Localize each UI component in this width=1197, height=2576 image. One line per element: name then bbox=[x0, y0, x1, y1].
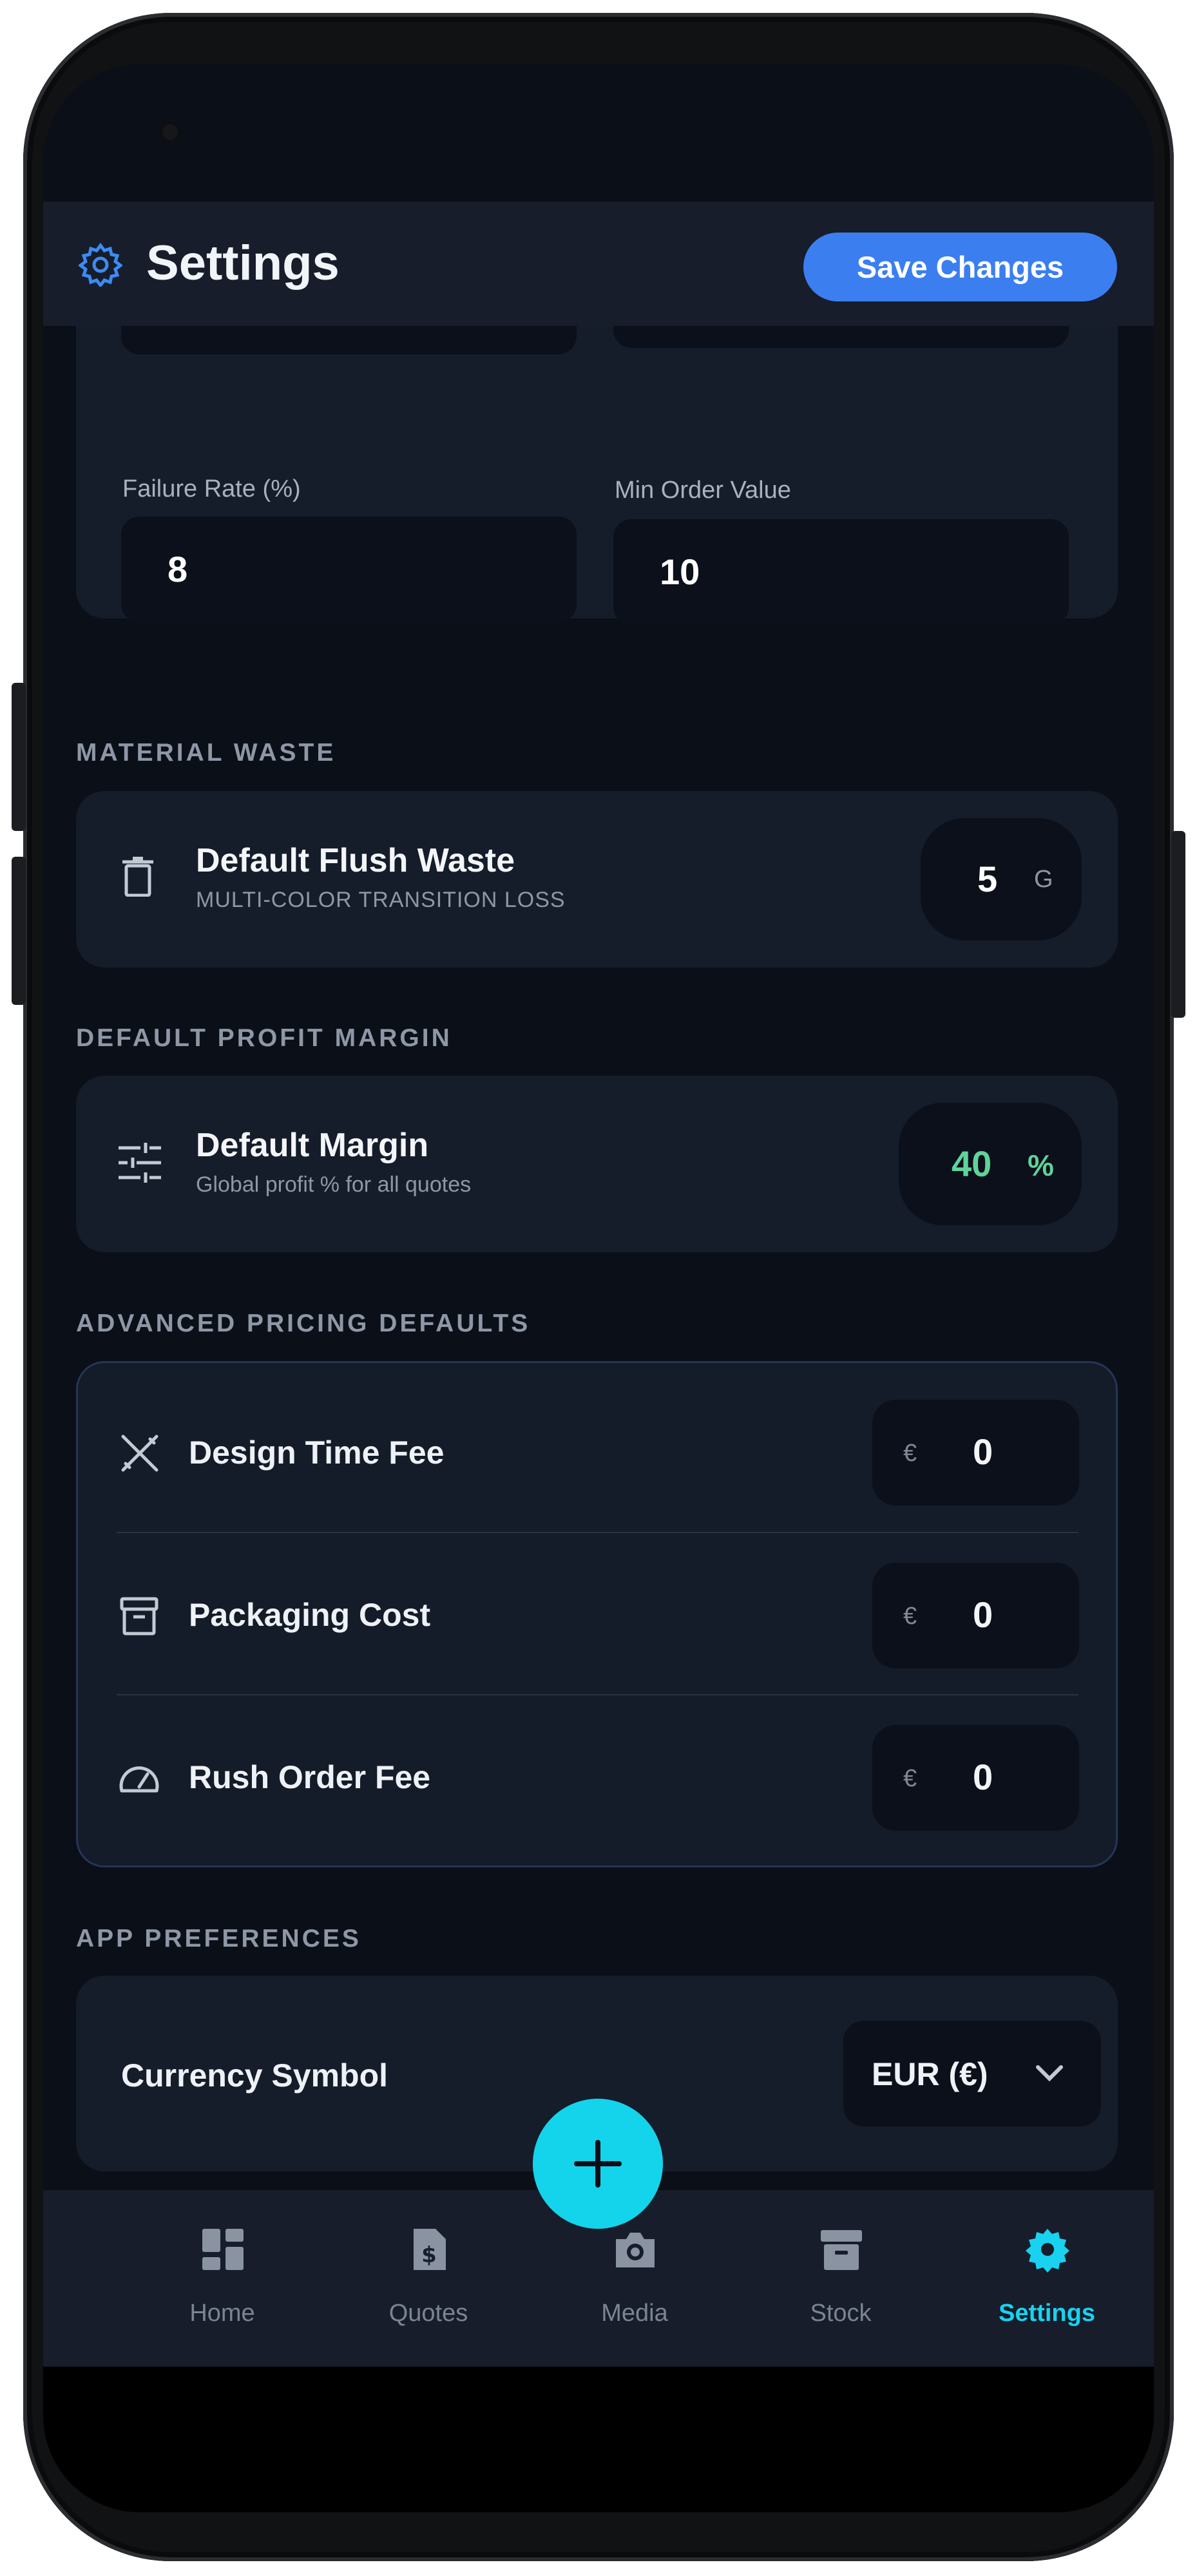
rush-order-fee-currency: € bbox=[903, 1765, 917, 1792]
volume-up-button bbox=[12, 683, 26, 831]
min-order-label: Min Order Value bbox=[615, 477, 791, 504]
design-tools-icon bbox=[121, 1435, 158, 1472]
add-button[interactable] bbox=[533, 2099, 663, 2229]
save-changes-button[interactable]: Save Changes bbox=[803, 233, 1117, 301]
production-card: 25 Failure Rate (%) 8 Min Order Value 10 bbox=[76, 277, 1118, 625]
margin-unit: % bbox=[1028, 1149, 1054, 1182]
flush-waste-input[interactable]: 5 G bbox=[921, 818, 1082, 940]
nav-quotes[interactable]: $ Quotes bbox=[325, 2190, 531, 2367]
gear-icon bbox=[1026, 2229, 1069, 2273]
screen: 25 Failure Rate (%) 8 Min Order Value 10… bbox=[43, 64, 1154, 2512]
margin-value: 40 bbox=[952, 1143, 992, 1184]
margin-subtitle: Global profit % for all quotes bbox=[196, 1172, 472, 1197]
invoice-icon: $ bbox=[414, 2229, 446, 2270]
gesture-area bbox=[43, 2367, 1154, 2512]
speedometer-icon bbox=[119, 1766, 159, 1793]
flush-waste-title: Default Flush Waste bbox=[196, 842, 515, 879]
volume-down-button bbox=[12, 857, 26, 1005]
sliders-icon bbox=[119, 1143, 161, 1183]
currency-select[interactable]: EUR (€) bbox=[843, 2021, 1101, 2126]
flush-waste-subtitle: MULTI-COLOR TRANSITION LOSS bbox=[196, 888, 566, 912]
rush-order-fee-value: 0 bbox=[973, 1757, 993, 1797]
divider bbox=[117, 1532, 1078, 1533]
nav-media-label: Media bbox=[601, 2300, 668, 2327]
design-time-fee-label: Design Time Fee bbox=[189, 1435, 445, 1471]
design-time-fee-input[interactable]: € 0 bbox=[872, 1400, 1079, 1505]
flush-waste-value: 5 bbox=[977, 859, 998, 899]
section-app-preferences: APP PREFERENCES bbox=[76, 1925, 361, 1952]
packaging-cost-input[interactable]: € 0 bbox=[872, 1563, 1079, 1668]
nav-settings-label: Settings bbox=[999, 2300, 1095, 2327]
currency-symbol-label: Currency Symbol bbox=[121, 2057, 388, 2094]
packaging-cost-label: Packaging Cost bbox=[189, 1597, 431, 1633]
nav-stock[interactable]: Stock bbox=[738, 2190, 944, 2367]
archive-icon bbox=[821, 2230, 862, 2270]
currency-select-value: EUR (€) bbox=[872, 2056, 988, 2092]
nav-home[interactable]: Home bbox=[119, 2190, 325, 2367]
dashboard-icon bbox=[202, 2229, 244, 2270]
section-material-waste: MATERIAL WASTE bbox=[76, 739, 336, 767]
gear-icon bbox=[79, 243, 122, 287]
margin-input[interactable]: 40 % bbox=[899, 1103, 1082, 1225]
trash-icon bbox=[122, 857, 153, 897]
nav-settings[interactable]: Settings bbox=[944, 2190, 1150, 2367]
nav-stock-label: Stock bbox=[810, 2300, 872, 2327]
nav-quotes-label: Quotes bbox=[388, 2300, 468, 2327]
min-order-value: 10 bbox=[660, 551, 700, 592]
failure-rate-input[interactable]: 8 bbox=[121, 517, 577, 622]
failure-rate-value: 8 bbox=[168, 549, 188, 589]
page-title: Settings bbox=[146, 236, 340, 291]
plus-icon bbox=[574, 2140, 622, 2188]
failure-rate-label: Failure Rate (%) bbox=[122, 475, 301, 502]
rush-order-fee-input[interactable]: € 0 bbox=[872, 1725, 1079, 1831]
design-time-fee-value: 0 bbox=[973, 1431, 993, 1472]
advanced-pricing-card: Design Time Fee € 0 Packaging Cost € 0 R… bbox=[76, 1361, 1118, 1867]
flush-waste-unit: G bbox=[1034, 866, 1053, 893]
svg-text:$: $ bbox=[421, 2242, 437, 2268]
flush-waste-card: Default Flush Waste MULTI-COLOR TRANSITI… bbox=[76, 791, 1118, 968]
margin-title: Default Margin bbox=[196, 1127, 429, 1164]
packaging-cost-currency: € bbox=[903, 1603, 917, 1630]
packaging-cost-value: 0 bbox=[973, 1594, 993, 1635]
divider bbox=[117, 1694, 1078, 1695]
camera-icon bbox=[616, 2233, 655, 2267]
margin-card: Default Margin Global profit % for all q… bbox=[76, 1076, 1118, 1252]
section-profit-margin: DEFAULT PROFIT MARGIN bbox=[76, 1024, 452, 1052]
power-button bbox=[1171, 831, 1185, 1018]
nav-home-label: Home bbox=[189, 2300, 255, 2327]
rush-order-fee-label: Rush Order Fee bbox=[189, 1759, 431, 1795]
archive-box-icon bbox=[120, 1597, 158, 1636]
design-time-fee-currency: € bbox=[903, 1440, 917, 1467]
chevron-down-icon bbox=[1036, 2065, 1063, 2082]
min-order-input[interactable]: 10 bbox=[613, 519, 1069, 625]
app-header: Settings Save Changes bbox=[43, 202, 1154, 326]
section-advanced-pricing: ADVANCED PRICING DEFAULTS bbox=[76, 1310, 531, 1337]
